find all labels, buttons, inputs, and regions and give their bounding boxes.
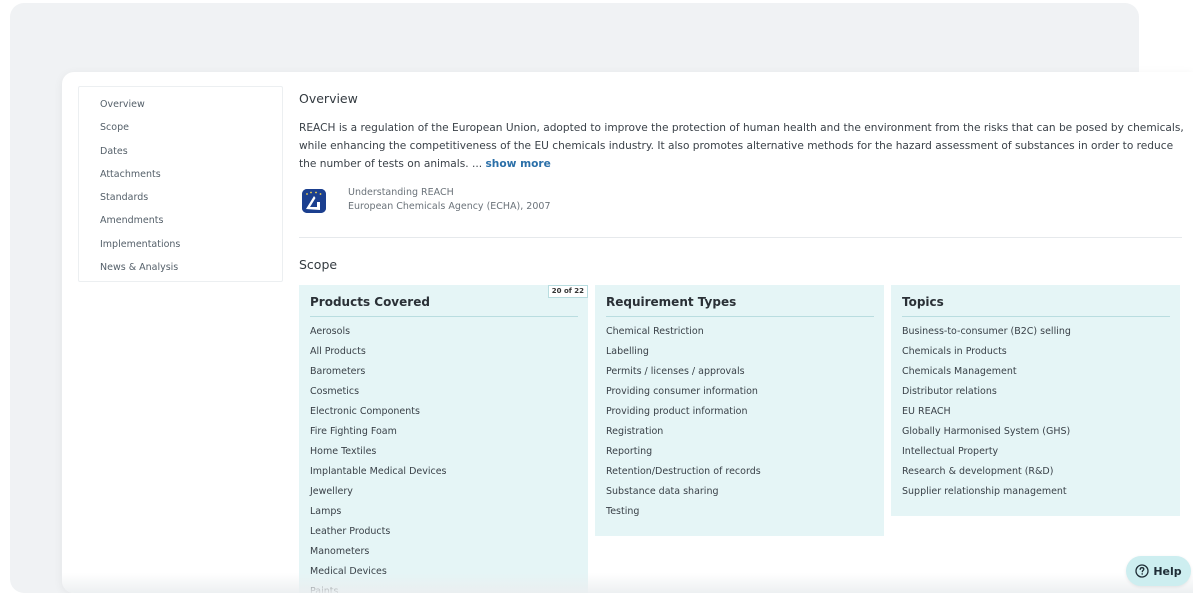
content-card: Overview Scope Dates Attachments Standar… [62, 72, 1193, 593]
requirement-types-heading: Requirement Types [606, 295, 874, 317]
nav-item-implementations[interactable]: Implementations [79, 237, 282, 260]
list-item: Manometers [310, 546, 370, 557]
list-item: Reporting [606, 446, 653, 457]
list-item: Retention/Destruction of records [606, 466, 761, 477]
list-item: All Products [310, 346, 366, 357]
list-item: Testing [606, 506, 640, 517]
overview-description: REACH is a regulation of the European Un… [299, 119, 1184, 173]
count-badge: 20 of 22 [547, 285, 588, 298]
list-item: Fire Fighting Foam [310, 426, 397, 437]
help-label: Help [1153, 564, 1182, 578]
topics-heading: Topics [902, 295, 1170, 317]
section-nav: Overview Scope Dates Attachments Standar… [78, 86, 283, 282]
list-item: Chemical Restriction [606, 326, 704, 337]
nav-item-scope[interactable]: Scope [79, 120, 282, 143]
list-item: EU REACH [902, 406, 951, 417]
nav-item-overview[interactable]: Overview [79, 97, 282, 120]
products-list: Aerosols All Products Barometers Cosmetics E… [310, 325, 578, 593]
list-item: Supplier relationship management [902, 486, 1067, 497]
list-item: Medical Devices [310, 566, 387, 577]
list-item: Cosmetics [310, 386, 360, 397]
list-item: Paints [310, 586, 339, 593]
list-item: Aerosols [310, 326, 351, 337]
list-item: Providing product information [606, 406, 748, 417]
requirements-list: Chemical Restriction Labelling Permits / l… [606, 325, 874, 525]
list-item: Substance data sharing [606, 486, 719, 497]
topics-list: Business-to-consumer (B2C) selling Chemic… [902, 325, 1170, 505]
list-item: Registration [606, 426, 664, 437]
list-item: Business-to-consumer (B2C) selling [902, 326, 1071, 337]
products-covered-heading: Products Covered [310, 295, 578, 317]
list-item: Lamps [310, 506, 342, 517]
list-item: Leather Products [310, 526, 391, 537]
topics-panel: Topics Business-to-consumer (B2C) sellin… [891, 285, 1180, 516]
requirement-types-panel: Requirement Types Chemical Restriction La… [595, 285, 884, 536]
nav-item-attachments[interactable]: Attachments [79, 167, 282, 190]
list-item: Research & development (R&D) [902, 466, 1054, 477]
echa-logo-icon [302, 189, 326, 213]
list-item: Permits / licenses / approvals [606, 366, 745, 377]
section-divider [299, 237, 1182, 238]
nav-item-standards[interactable]: Standards [79, 190, 282, 213]
nav-item-dates[interactable]: Dates [79, 144, 282, 167]
list-item: Labelling [606, 346, 649, 357]
list-item: Home Textiles [310, 446, 377, 457]
source-title: Understanding REACH [348, 187, 454, 198]
scope-columns: 20 of 22 Products Covered Aerosols All Pr… [299, 285, 1189, 593]
list-item: Jewellery [310, 486, 353, 497]
list-item: Chemicals in Products [902, 346, 1007, 357]
description-text: REACH is a regulation of the European Un… [299, 122, 1184, 170]
question-circle-icon [1135, 564, 1149, 578]
list-item: Barometers [310, 366, 366, 377]
nav-item-amendments[interactable]: Amendments [79, 213, 282, 236]
list-item: Providing consumer information [606, 386, 758, 397]
help-button[interactable]: Help [1126, 556, 1191, 586]
list-item: Electronic Components [310, 406, 420, 417]
products-covered-panel: 20 of 22 Products Covered Aerosols All Pr… [299, 285, 588, 593]
list-item: Implantable Medical Devices [310, 466, 447, 477]
show-more-link[interactable]: show more [485, 158, 550, 170]
list-item: Globally Harmonised System (GHS) [902, 426, 1071, 437]
list-item: Distributor relations [902, 386, 997, 397]
scope-title: Scope [299, 257, 338, 272]
list-item: Chemicals Management [902, 366, 1017, 377]
overview-title: Overview [299, 91, 358, 106]
nav-item-news-analysis[interactable]: News & Analysis [79, 260, 282, 283]
source-publisher: European Chemicals Agency (ECHA), 2007 [348, 201, 551, 212]
main-content: Overview REACH is a regulation of the Eu… [299, 72, 1193, 593]
list-item: Intellectual Property [902, 446, 999, 457]
